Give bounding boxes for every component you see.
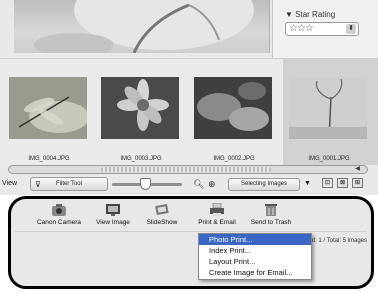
thumbnail-image-flower xyxy=(101,77,179,139)
action-label: Send to Trash xyxy=(250,219,292,226)
thumbnail-item[interactable]: IMG_0002.JPG xyxy=(188,59,283,165)
view-label: View xyxy=(2,180,18,187)
action-panel: Canon Camera View Image SlideShow Print … xyxy=(8,196,374,289)
thumbnail-image-dragonfly xyxy=(9,77,87,139)
view-toolbar: View ⊽ Filter Tool 🔍︎ ⊕ Selecting Images… xyxy=(0,176,378,194)
thumbnail-filename: IMG_0003.JPG xyxy=(120,156,162,162)
scroll-left-icon[interactable]: ◀ xyxy=(354,166,361,173)
panel-divider xyxy=(15,231,367,232)
slideshow-button[interactable]: SlideShow xyxy=(143,203,181,226)
print-email-button[interactable]: Print & Email xyxy=(197,203,237,226)
filter-tool-button[interactable]: ⊽ Filter Tool xyxy=(30,177,108,191)
menu-item-photo-print[interactable]: Photo Print... xyxy=(199,234,311,245)
menu-item-layout-print[interactable]: Layout Print... xyxy=(199,256,311,267)
action-label: Print & Email xyxy=(198,219,236,226)
thumbnail-filename: IMG_0004.JPG xyxy=(28,156,70,162)
print-email-menu: Photo Print... Index Print... Layout Pri… xyxy=(198,233,312,280)
thumbnail-item[interactable]: IMG_0003.JPG xyxy=(95,59,190,165)
thumbnail-item[interactable]: IMG_0004.JPG xyxy=(3,59,98,165)
zoom-out-icon[interactable]: 🔍︎ xyxy=(193,179,204,190)
filter-panel: ▼ Star Rating ☆☆☆ ⬍ xyxy=(272,0,378,58)
zoom-in-icon[interactable]: ⊕ xyxy=(208,179,216,190)
slideshow-icon xyxy=(155,204,169,215)
selecting-images-button[interactable]: Selecting Images xyxy=(228,178,300,191)
thumbnail-image-leaves xyxy=(194,77,272,139)
printer-icon xyxy=(210,203,224,216)
filter-icon: ⊽ xyxy=(35,180,41,189)
camera-icon xyxy=(52,204,66,216)
menu-item-index-print[interactable]: Index Print... xyxy=(199,245,311,256)
thumbnail-strip: IMG_0004.JPG IMG_0003.JPG IMG_0002.JPG I… xyxy=(0,58,378,165)
thumbnail-filename: IMG_0002.JPG xyxy=(213,156,255,162)
slider-thumb[interactable] xyxy=(140,178,151,190)
selecting-images-label: Selecting Images xyxy=(240,181,288,187)
selection-status: cted: 1 / Total: 5 images xyxy=(303,238,367,244)
action-label: SlideShow xyxy=(146,219,178,226)
canon-image-browser-window: ▼ Star Rating ☆☆☆ ⬍ IMG_0004.JPG IMG_000… xyxy=(0,0,378,293)
monitor-icon xyxy=(106,204,120,216)
select-mode-icon[interactable]: ⊞ xyxy=(352,178,363,188)
action-label: View Image xyxy=(96,219,130,226)
star-rating-value: ☆☆☆ xyxy=(289,23,314,34)
chevron-updown-icon: ⬍ xyxy=(346,24,356,34)
preview-photo xyxy=(14,0,270,53)
star-rating-label: ▼ Star Rating xyxy=(285,10,336,19)
star-rating-select[interactable]: ☆☆☆ ⬍ xyxy=(285,22,359,36)
thumbnail-filename: IMG_0001.JPG xyxy=(308,156,350,162)
action-label: Canon Camera xyxy=(36,219,82,226)
send-to-trash-button[interactable]: Send to Trash xyxy=(247,203,295,226)
thumbnail-image-plant xyxy=(289,77,367,139)
chevron-down-icon[interactable]: ▼ xyxy=(304,180,311,187)
scrollbar-thumb[interactable] xyxy=(101,167,271,172)
filter-tool-label: Filter Tool xyxy=(56,181,82,187)
thumbnail-size-slider[interactable] xyxy=(112,178,182,190)
trash-icon xyxy=(265,204,277,216)
thumbnail-scrollbar[interactable]: ◀ xyxy=(8,165,368,174)
thumbnail-item-selected[interactable]: IMG_0001.JPG xyxy=(283,59,378,165)
canon-camera-button[interactable]: Canon Camera xyxy=(35,203,83,226)
view-image-button[interactable]: View Image xyxy=(93,203,133,226)
select-all-icon[interactable]: ⊡ xyxy=(322,178,333,188)
menu-item-create-image-for-email[interactable]: Create Image for Email... xyxy=(199,267,311,278)
deselect-icon[interactable]: ⊠ xyxy=(337,178,348,188)
